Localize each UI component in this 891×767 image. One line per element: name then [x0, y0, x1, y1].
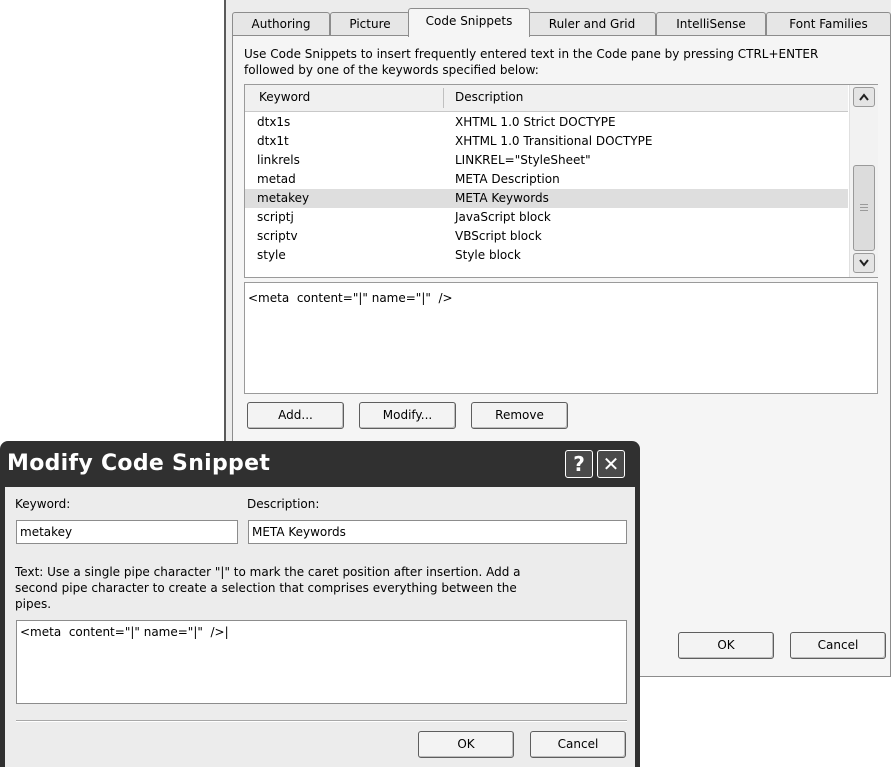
snippet-text-area[interactable]: <meta content="|" name="|" />|: [16, 620, 627, 704]
item-keyword: metakey: [257, 191, 310, 205]
description-column-header[interactable]: Description: [455, 90, 523, 104]
list-item-selected[interactable]: metakey META Keywords: [245, 189, 848, 208]
modify-button[interactable]: Modify...: [359, 402, 456, 429]
thumb-grip: [860, 204, 868, 205]
cancel-button-label: Cancel: [557, 737, 599, 751]
text-label: Text: Use a single pipe character "|" to…: [15, 564, 625, 612]
list-header: Keyword Description: [245, 85, 848, 112]
item-keyword: style: [257, 248, 286, 262]
item-description: XHTML 1.0 Strict DOCTYPE: [455, 115, 616, 129]
ok-button-label: OK: [457, 737, 475, 751]
intro-text: Use Code Snippets to insert frequently e…: [244, 46, 884, 78]
keyword-value: metakey: [20, 525, 73, 539]
list-item[interactable]: style Style block: [245, 246, 848, 265]
list-item[interactable]: dtx1t XHTML 1.0 Transitional DOCTYPE: [245, 132, 848, 151]
intro-line-1: Use Code Snippets to insert frequently e…: [244, 47, 819, 61]
text-label-line-3: pipes.: [15, 597, 52, 611]
thumb-grip: [860, 207, 868, 208]
snippet-list[interactable]: Keyword Description dtx1s XHTML 1.0 Stri…: [244, 84, 878, 278]
text-label-line-2: second pipe character to create a select…: [15, 581, 517, 595]
snippet-preview: <meta content="|" name="|" />: [244, 282, 878, 394]
column-divider[interactable]: [443, 88, 444, 108]
scrollbar-thumb[interactable]: [853, 165, 875, 251]
keyword-field[interactable]: metakey: [16, 520, 238, 544]
tab-intellisense[interactable]: IntelliSense: [656, 12, 766, 36]
keyword-column-header[interactable]: Keyword: [259, 90, 310, 104]
item-description: JavaScript block: [455, 210, 551, 224]
item-keyword: scriptj: [257, 210, 294, 224]
close-icon[interactable]: ✕: [597, 450, 625, 478]
chevron-down-icon[interactable]: [853, 253, 875, 273]
item-keyword: dtx1t: [257, 134, 289, 148]
chevron-up-icon[interactable]: [853, 87, 875, 107]
dialog-ok-button[interactable]: OK: [418, 731, 514, 758]
description-label: Description:: [247, 497, 320, 511]
remove-button[interactable]: Remove: [471, 402, 568, 429]
snippet-text-value: <meta content="|" name="|" />|: [20, 625, 229, 639]
item-keyword: dtx1s: [257, 115, 291, 129]
tab-ruler-and-grid[interactable]: Ruler and Grid: [528, 12, 656, 36]
keyword-label: Keyword:: [15, 497, 71, 511]
intro-line-2: followed by one of the keywords specifie…: [244, 63, 539, 77]
cancel-button-label: Cancel: [817, 638, 859, 652]
tab-font-families[interactable]: Font Families: [766, 12, 891, 36]
dialog-body: Keyword: metakey Description: META Keywo…: [5, 487, 635, 767]
item-description: XHTML 1.0 Transitional DOCTYPE: [455, 134, 653, 148]
tab-code-snippets[interactable]: Code Snippets: [408, 8, 530, 37]
item-keyword: scriptv: [257, 229, 298, 243]
remove-button-label: Remove: [495, 408, 544, 422]
ok-button-label: OK: [717, 638, 735, 652]
item-keyword: linkrels: [257, 153, 300, 167]
description-field[interactable]: META Keywords: [248, 520, 627, 544]
thumb-grip: [860, 210, 868, 211]
add-button[interactable]: Add...: [247, 402, 344, 429]
item-description: LINKREL="StyleSheet": [455, 153, 591, 167]
item-keyword: metad: [257, 172, 296, 186]
options-cancel-button[interactable]: Cancel: [790, 632, 886, 659]
list-item[interactable]: scriptv VBScript block: [245, 227, 848, 246]
description-value: META Keywords: [252, 525, 346, 539]
item-description: VBScript block: [455, 229, 542, 243]
options-ok-button[interactable]: OK: [678, 632, 774, 659]
list-item[interactable]: metad META Description: [245, 170, 848, 189]
tab-picture[interactable]: Picture: [330, 12, 410, 36]
item-description: META Description: [455, 172, 560, 186]
preview-text: <meta content="|" name="|" />: [248, 291, 453, 305]
list-item[interactable]: linkrels LINKREL="StyleSheet": [245, 151, 848, 170]
vertical-scrollbar[interactable]: [849, 85, 878, 277]
item-description: Style block: [455, 248, 521, 262]
modify-button-label: Modify...: [382, 408, 433, 422]
dialog-cancel-button[interactable]: Cancel: [530, 731, 626, 758]
list-item[interactable]: dtx1s XHTML 1.0 Strict DOCTYPE: [245, 113, 848, 132]
list-item[interactable]: scriptj JavaScript block: [245, 208, 848, 227]
help-icon[interactable]: ?: [565, 450, 593, 478]
tab-authoring[interactable]: Authoring: [232, 12, 330, 36]
tab-strip: Authoring Picture Ruler and Grid Intelli…: [232, 8, 891, 37]
item-description: META Keywords: [455, 191, 549, 205]
divider: [16, 720, 627, 722]
dialog-title: Modify Code Snippet: [7, 451, 271, 476]
add-button-label: Add...: [278, 408, 313, 422]
text-label-line-1: Text: Use a single pipe character "|" to…: [15, 565, 521, 579]
